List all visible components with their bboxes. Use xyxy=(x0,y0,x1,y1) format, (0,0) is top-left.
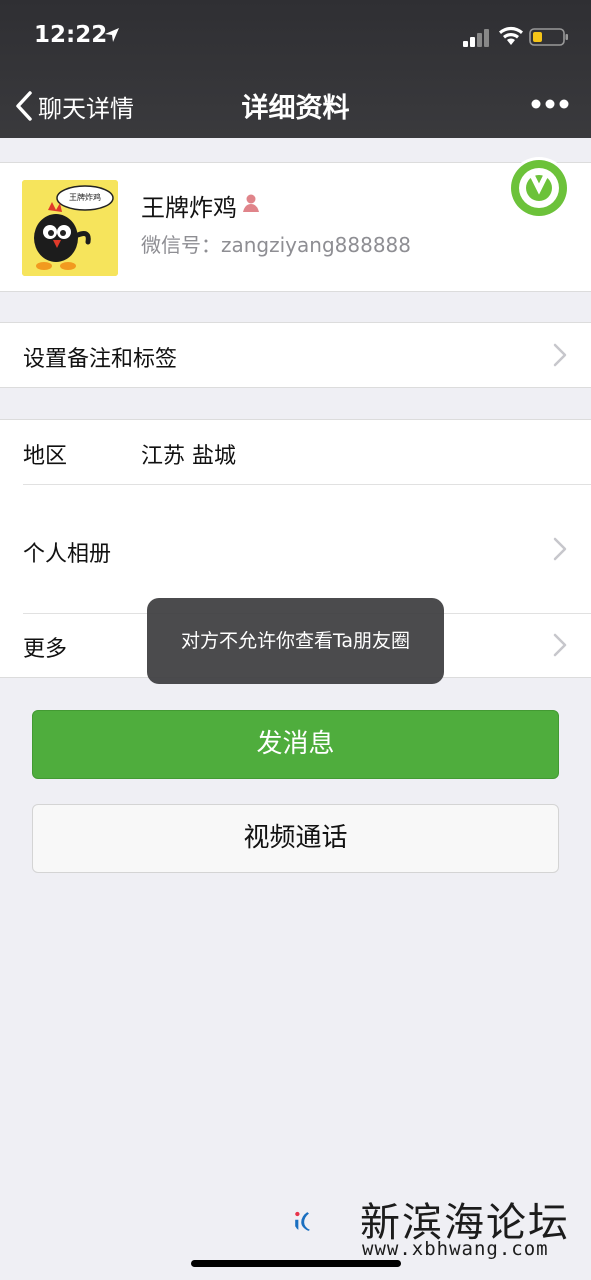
profile-card: 王牌炸鸡 王牌炸鸡 微信号：zangziyang888888 xyxy=(0,157,591,292)
region-label: 地区 xyxy=(23,444,68,469)
more-options-icon[interactable] xyxy=(530,94,570,114)
page-title: 详细资料 xyxy=(241,93,350,124)
status-time: 12:22 xyxy=(34,22,108,48)
chevron-right-icon xyxy=(553,633,567,657)
remark-group: 设置备注和标签 xyxy=(0,322,591,388)
profile-name: 王牌炸鸡 xyxy=(141,194,237,222)
battery-icon xyxy=(529,28,568,46)
cellular-signal-icon xyxy=(463,29,489,47)
region-value: 江苏 盐城 xyxy=(141,444,236,469)
remark-and-tags-cell[interactable]: 设置备注和标签 xyxy=(0,323,591,387)
female-gender-icon xyxy=(243,194,259,212)
toast-message: 对方不允许你查看Ta朋友圈 xyxy=(147,598,444,684)
home-indicator[interactable] xyxy=(191,1260,401,1267)
wifi-icon xyxy=(499,26,523,45)
send-message-button[interactable]: 发消息 xyxy=(32,710,559,779)
nav-header: 12:22 聊天详情 详细资料 xyxy=(0,0,591,138)
location-arrow-icon xyxy=(105,28,119,42)
chevron-right-icon xyxy=(553,537,567,561)
forum-logo-icon xyxy=(295,1211,310,1231)
avatar[interactable]: 王牌炸鸡 xyxy=(22,180,118,276)
chevron-right-icon xyxy=(553,343,567,367)
chicken-mascot-image: 王牌炸鸡 xyxy=(22,180,118,276)
watermark-url: www.xbhwang.com xyxy=(362,1238,549,1260)
video-call-button[interactable]: 视频通话 xyxy=(32,804,559,873)
green-logo-badge-icon xyxy=(508,157,570,219)
wechat-id: 微信号：zangziyang888888 xyxy=(141,233,411,257)
more-label: 更多 xyxy=(23,637,68,662)
svg-text:王牌炸鸡: 王牌炸鸡 xyxy=(69,192,101,202)
region-cell: 地区 江苏 盐城 xyxy=(0,420,591,484)
personal-album-label: 个人相册 xyxy=(23,542,112,567)
remark-and-tags-label: 设置备注和标签 xyxy=(23,347,178,372)
personal-album-cell[interactable]: 个人相册 xyxy=(0,485,591,613)
